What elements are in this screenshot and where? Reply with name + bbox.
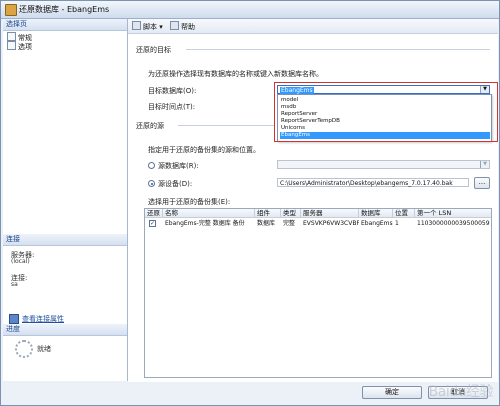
connection-header: 连接 [3,234,127,246]
title-bar: 还原数据库 - EbangEms [1,1,499,19]
restore-checkbox[interactable]: ✓ [149,220,156,227]
source-device-path-field[interactable]: C:\Users\Administrator\Desktop\ebangems_… [277,178,469,187]
page-icon [7,32,16,41]
restore-target-description: 为还原操作选择现有数据库的名称或键入新数据库名称。 [148,70,323,78]
select-page-header: 选择页 [3,19,127,31]
connection-properties-icon [9,314,19,324]
target-time-label: 目标时间点(T): [148,103,196,111]
cell-type: 完整 [283,220,296,227]
highlight-box [274,82,498,142]
progress-status: 就绪 [37,345,51,353]
ok-button[interactable]: 确定 [362,386,422,399]
connection-value: sa [11,281,18,288]
script-icon [132,21,141,30]
restore-database-window: 还原数据库 - EbangEms 选择页 常规 选项 连接 服务器: (loca… [0,0,500,406]
column-header-component[interactable]: 组件 [255,209,281,218]
help-icon [170,21,179,30]
column-header-type[interactable]: 类型 [281,209,301,218]
column-header-database[interactable]: 数据库 [359,209,393,218]
section-divider [178,125,274,126]
column-header-server[interactable]: 服务器 [301,209,359,218]
cell-server: EVSVKP6VW3CVBFI [303,220,359,227]
column-header-first-lsn[interactable]: 第一个 LSN [415,209,491,218]
sidebar-item-general[interactable]: 常规 [7,32,32,42]
script-button[interactable]: 脚本 ▾ [132,21,163,31]
source-database-label: 源数据库(R): [158,162,199,170]
sidebar-item-options[interactable]: 选项 [7,41,32,51]
source-device-label: 源设备(D): [158,180,193,188]
database-icon [5,4,17,16]
section-divider [186,49,490,50]
view-connection-properties-link[interactable]: 查看连接属性 [22,314,64,324]
target-db-label: 目标数据库(O): [148,87,197,95]
chevron-down-icon[interactable]: ▼ [480,161,489,168]
browse-button[interactable]: ... [474,177,490,189]
progress-spinner-icon [15,340,33,358]
progress-header: 进度 [3,324,127,336]
column-header-name[interactable]: 名称 [163,209,255,218]
progress-panel: 进度 就绪 [3,324,127,381]
column-header-position[interactable]: 位置 [393,209,415,218]
column-header-restore[interactable]: 还原 [145,209,163,218]
source-database-radio[interactable] [148,162,155,169]
cell-name: EbangEms-完整 数据库 备份 [165,220,245,227]
backup-sets-grid: 还原 名称 组件 类型 服务器 数据库 位置 第一个 LSN ✓ EbangEm… [144,208,492,378]
page-icon [7,41,16,50]
server-value: (local) [11,258,30,265]
sidebar: 选择页 常规 选项 连接 服务器: (local) 连接: sa 查看连接属性 … [3,19,128,381]
restore-target-section-title: 还原的目标 [136,46,171,54]
source-database-combo[interactable]: ▼ [277,160,490,169]
help-button[interactable]: 帮助 [170,21,195,31]
cell-database: EbangEms [361,220,393,227]
restore-source-section-title: 还原的源 [136,122,164,130]
backup-sets-label: 选择用于还原的备份集(E): [148,198,231,206]
restore-source-description: 指定用于还原的备份集的源和位置。 [148,146,260,154]
toolbar: 脚本 ▾ 帮助 [128,19,498,34]
window-title: 还原数据库 - EbangEms [19,5,110,14]
cell-position: 1 [395,220,399,227]
source-device-radio[interactable] [148,180,155,187]
connection-panel: 连接 服务器: (local) 连接: sa 查看连接属性 [3,234,127,324]
watermark-logo: Baidu经验 [428,384,494,400]
cell-component: 数据库 [257,220,276,227]
cell-first-lsn: 1103000000039500059 [417,220,490,227]
